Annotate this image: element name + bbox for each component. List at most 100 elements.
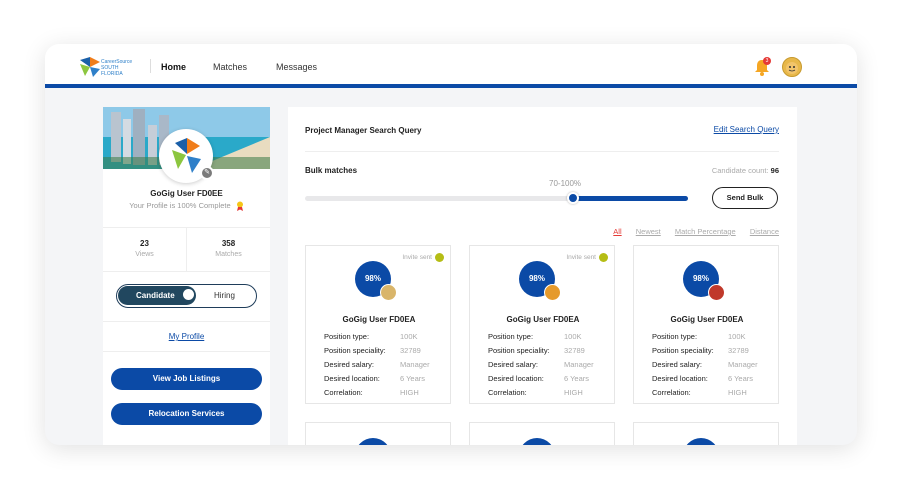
field-value: 100K — [564, 332, 582, 341]
filter-all[interactable]: All — [613, 227, 621, 236]
invite-sent-icon — [435, 253, 444, 262]
candidate-name: GoGig User FD0EA — [670, 315, 744, 324]
invite-sent-status: Invite sent — [402, 253, 444, 262]
match-percentage-circle — [519, 438, 555, 445]
matches-label: Matches — [215, 251, 242, 258]
views-stat: 23 Views — [103, 239, 186, 258]
sort-filters: All Newest Match Percentage Distance — [601, 227, 779, 236]
matches-count: 358 — [221, 239, 236, 248]
nav-home[interactable]: Home — [161, 62, 186, 72]
candidate-field: Correlation: HIGH — [652, 388, 747, 397]
relocation-services-button[interactable]: Relocation Services — [111, 403, 262, 425]
candidate-field: Position speciality: 32789 — [324, 346, 421, 355]
man-avatar-icon — [708, 284, 725, 301]
field-value: 100K — [728, 332, 746, 341]
candidate-field: Correlation: HIGH — [324, 388, 419, 397]
brand-logo[interactable]: CareerSource SOUTH FLORIDA — [79, 56, 141, 78]
toggle-option-hiring[interactable]: Hiring — [214, 285, 235, 306]
divider — [103, 271, 270, 272]
profile-sidebar: ✎ GoGig User FD0EE Your Profile is 100% … — [103, 107, 270, 445]
field-label: Position speciality: — [652, 346, 714, 355]
field-label: Correlation: — [652, 388, 691, 397]
candidate-field: Position speciality: 32789 — [488, 346, 585, 355]
nav-messages[interactable]: Messages — [276, 62, 317, 72]
profile-completion-text: Your Profile is 100% Complete — [129, 201, 231, 210]
invite-sent-label: Invite sent — [402, 254, 432, 262]
field-label: Position type: — [652, 332, 698, 341]
candidate-count-value: 96 — [770, 166, 779, 175]
match-percentage-circle — [355, 438, 391, 445]
field-value: 32789 — [400, 346, 421, 355]
send-bulk-button[interactable]: Send Bulk — [712, 187, 778, 209]
field-value: 32789 — [728, 346, 749, 355]
candidate-field: Position type: 100K — [324, 332, 418, 341]
my-profile-link[interactable]: My Profile — [103, 332, 270, 341]
filter-distance[interactable]: Distance — [750, 227, 779, 236]
field-label: Position type: — [324, 332, 370, 341]
candidate-card[interactable]: Invite sent 98% GoGig User FD0EA Position t… — [469, 245, 615, 404]
nav-divider — [150, 59, 151, 73]
role-toggle[interactable]: Candidate Hiring — [116, 284, 257, 308]
award-ribbon-icon — [236, 201, 243, 212]
view-job-listings-button[interactable]: View Job Listings — [111, 368, 262, 390]
field-label: Desired location: — [652, 374, 708, 383]
field-value: HIGH — [564, 388, 583, 397]
candidate-field: Desired salary: Manager — [652, 360, 758, 369]
field-label: Desired salary: — [324, 360, 375, 369]
field-value: HIGH — [728, 388, 747, 397]
filter-newest[interactable]: Newest — [636, 227, 661, 236]
candidate-field: Position type: 100K — [652, 332, 746, 341]
edit-profile-picture-icon[interactable]: ✎ — [200, 166, 214, 180]
field-label: Position speciality: — [488, 346, 550, 355]
field-label: Position type: — [488, 332, 534, 341]
toggle-knob[interactable] — [183, 289, 194, 300]
profile-user-name: GoGig User FD0EE — [150, 189, 223, 198]
divider — [103, 321, 270, 322]
views-label: Views — [135, 251, 154, 258]
field-label: Desired salary: — [488, 360, 539, 369]
matches-stat: 358 Matches — [187, 239, 270, 258]
search-query-title: Project Manager Search Query — [305, 126, 422, 135]
candidate-name: GoGig User FD0EA — [342, 315, 416, 324]
invite-sent-status: Invite sent — [566, 253, 608, 262]
top-navigation-bar: CareerSource SOUTH FLORIDA Home Matches … — [45, 44, 857, 88]
candidate-field: Desired location: 6 Years — [488, 374, 589, 383]
nav-matches[interactable]: Matches — [213, 62, 247, 72]
field-value: Manager — [400, 360, 430, 369]
candidate-card[interactable] — [469, 422, 615, 445]
field-value: 6 Years — [564, 374, 590, 383]
divider — [103, 351, 270, 352]
match-range-label: 70-100% — [549, 179, 582, 188]
tiger-avatar-icon — [380, 284, 397, 301]
match-percentage-circle — [683, 438, 719, 445]
edit-search-query-link[interactable]: Edit Search Query — [714, 125, 779, 134]
candidate-field: Desired salary: Manager — [324, 360, 430, 369]
filter-match-percentage[interactable]: Match Percentage — [675, 227, 736, 236]
candidate-field: Correlation: HIGH — [488, 388, 583, 397]
candidate-name: GoGig User FD0EA — [506, 315, 580, 324]
field-label: Desired location: — [324, 374, 380, 383]
field-value: 6 Years — [400, 374, 426, 383]
candidate-card[interactable]: Invite sent 98% GoGig User FD0EA Position t… — [305, 245, 451, 404]
candidate-card[interactable]: 98% GoGig User FD0EA Position type: 100K Pos… — [633, 245, 779, 404]
candidate-field: Position type: 100K — [488, 332, 582, 341]
tiger-avatar-icon — [786, 62, 798, 74]
candidate-card[interactable] — [633, 422, 779, 445]
match-range-slider-handle[interactable] — [567, 192, 580, 204]
candidate-field: Desired salary: Manager — [488, 360, 594, 369]
field-value: 100K — [400, 332, 418, 341]
field-label: Correlation: — [488, 388, 527, 397]
invite-sent-icon — [599, 253, 608, 262]
field-label: Desired location: — [488, 374, 544, 383]
field-value: 6 Years — [728, 374, 754, 383]
field-value: HIGH — [400, 388, 419, 397]
candidate-count: Candidate count: 96 — [712, 166, 779, 175]
brand-name: CareerSource SOUTH FLORIDA — [101, 59, 133, 77]
field-value: 32789 — [564, 346, 585, 355]
match-range-slider-track[interactable] — [305, 196, 688, 201]
candidate-card[interactable] — [305, 422, 451, 445]
user-avatar[interactable] — [782, 57, 802, 77]
profile-completion: Your Profile is 100% Complete — [103, 201, 270, 212]
field-label: Correlation: — [324, 388, 363, 397]
field-value: Manager — [564, 360, 594, 369]
